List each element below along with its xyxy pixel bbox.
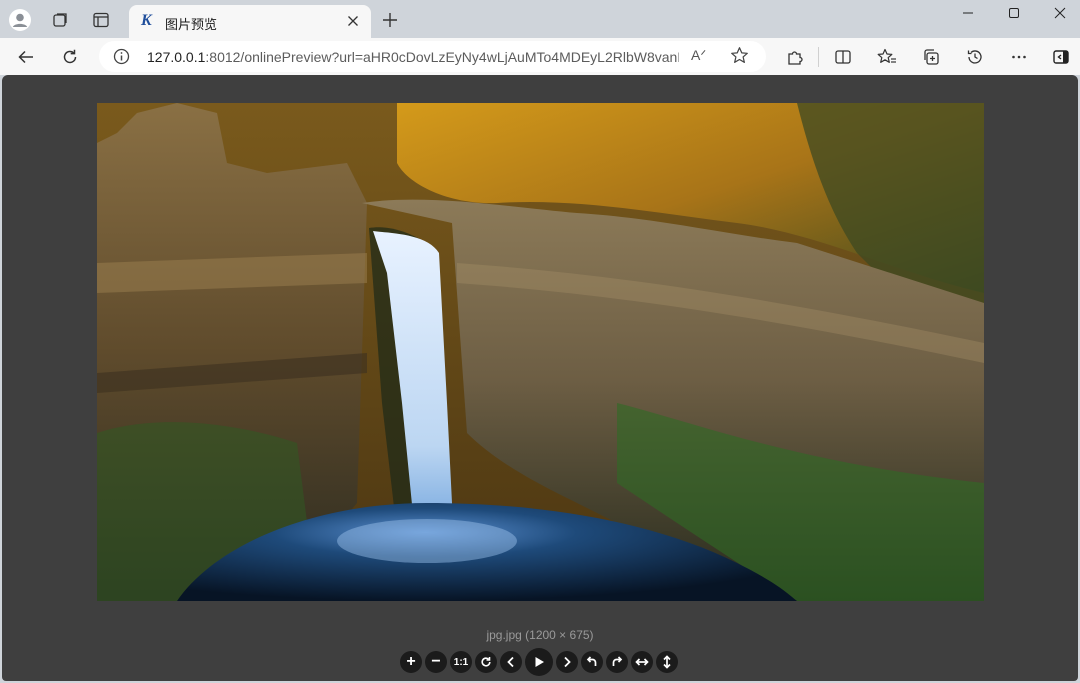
close-tab-icon[interactable] — [345, 13, 361, 29]
minimize-icon[interactable] — [945, 0, 991, 26]
flip-horizontal-button[interactable] — [631, 651, 653, 673]
image-caption: jpg.jpg (1200 × 675) — [486, 628, 594, 642]
read-aloud-icon[interactable]: Aᐟ — [691, 47, 706, 64]
tab-strip: K 图片预览 — [0, 0, 1080, 38]
toolbar-divider — [818, 47, 819, 67]
one-to-one-label: 1:1 — [453, 656, 469, 668]
maximize-icon[interactable] — [991, 0, 1037, 26]
address-bar[interactable]: 127.0.0.1:8012/onlinePreview?url=aHR0cDo… — [99, 41, 766, 72]
zoom-in-label: + — [406, 653, 416, 670]
active-tab[interactable]: K 图片预览 — [129, 5, 371, 38]
collections-icon[interactable] — [918, 44, 944, 70]
tab-actions-icon[interactable] — [89, 8, 113, 32]
star-icon[interactable] — [730, 46, 749, 70]
url-path: :8012/onlinePreview?url=aHR0cDovLzEyNy4w… — [205, 49, 679, 65]
info-icon[interactable] — [113, 48, 130, 70]
play-button[interactable] — [525, 648, 553, 676]
reset-button[interactable] — [475, 651, 497, 673]
one-to-one-button[interactable]: 1:1 — [450, 651, 472, 673]
viewer-toolbar: + − 1:1 — [400, 648, 678, 676]
flip-horizontal-icon — [635, 658, 649, 666]
profile-icon[interactable] — [8, 8, 32, 32]
favorites-icon[interactable] — [874, 44, 900, 70]
url-text[interactable]: 127.0.0.1:8012/onlinePreview?url=aHR0cDo… — [147, 49, 679, 65]
chevron-right-icon — [564, 656, 571, 668]
rotate-right-button[interactable] — [606, 651, 628, 673]
zoom-out-label: − — [431, 653, 441, 670]
history-icon[interactable] — [962, 44, 988, 70]
tab-favicon: K — [141, 12, 152, 29]
workspaces-icon[interactable] — [48, 8, 72, 32]
back-arrow-icon[interactable] — [13, 44, 39, 70]
puzzle-icon[interactable] — [782, 44, 808, 70]
zoom-out-button[interactable]: − — [425, 651, 447, 673]
refresh-icon[interactable] — [57, 44, 83, 70]
browser-toolbar: 127.0.0.1:8012/onlinePreview?url=aHR0cDo… — [0, 38, 1080, 75]
flip-vertical-icon — [663, 655, 671, 669]
image-viewer: jpg.jpg (1200 × 675) + − 1:1 — [2, 75, 1078, 681]
more-icon[interactable] — [1006, 44, 1032, 70]
play-icon — [535, 657, 544, 667]
preview-image[interactable] — [97, 103, 984, 601]
zoom-in-button[interactable]: + — [400, 651, 422, 673]
rotate-left-icon — [586, 656, 597, 666]
reset-icon — [481, 657, 491, 667]
chevron-left-icon — [507, 656, 514, 668]
close-window-icon[interactable] — [1037, 0, 1080, 26]
new-tab-icon[interactable] — [378, 8, 402, 32]
sidebar-icon[interactable] — [1048, 44, 1074, 70]
url-host: 127.0.0.1 — [147, 49, 206, 65]
rotate-right-icon — [612, 656, 623, 666]
flip-vertical-button[interactable] — [656, 651, 678, 673]
next-button[interactable] — [556, 651, 578, 673]
rotate-left-button[interactable] — [581, 651, 603, 673]
tab-title: 图片预览 — [165, 17, 218, 32]
prev-button[interactable] — [500, 651, 522, 673]
split-screen-icon[interactable] — [830, 44, 856, 70]
